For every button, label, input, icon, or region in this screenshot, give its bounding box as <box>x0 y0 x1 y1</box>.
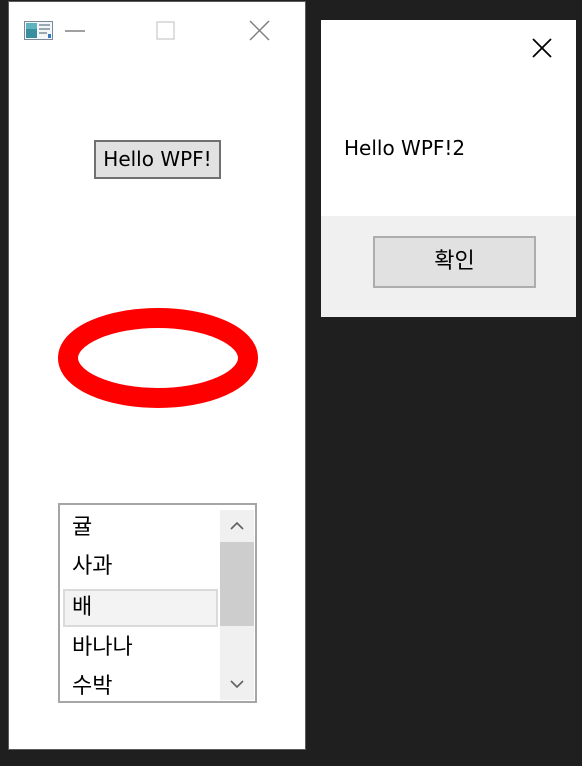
dialog-close-button[interactable] <box>527 33 557 63</box>
maximize-icon <box>156 21 175 40</box>
fruit-listbox[interactable]: 귤 사과 배 바나나 수박 <box>58 503 257 703</box>
hello-wpf-button[interactable]: Hello WPF! <box>94 140 221 179</box>
minimize-icon <box>65 30 85 32</box>
app-window-icon <box>24 21 53 40</box>
chevron-down-icon <box>230 680 244 689</box>
scroll-down-button[interactable] <box>220 670 254 700</box>
list-item-selected[interactable]: 배 <box>63 589 218 627</box>
close-button[interactable] <box>242 14 278 48</box>
vertical-scrollbar[interactable] <box>220 510 254 700</box>
maximize-button[interactable] <box>147 14 183 48</box>
list-item[interactable]: 귤 <box>63 510 218 548</box>
close-icon <box>532 38 552 58</box>
title-bar[interactable] <box>9 2 305 56</box>
dialog-footer: 확인 <box>321 216 576 317</box>
ok-button[interactable]: 확인 <box>373 236 536 288</box>
list-item[interactable]: 바나나 <box>63 630 218 668</box>
list-item[interactable]: 수박 <box>63 669 218 701</box>
minimize-button[interactable] <box>57 14 93 48</box>
main-window: Hello WPF! 귤 사과 배 바나나 수박 <box>8 1 306 750</box>
chevron-up-icon <box>230 521 244 530</box>
list-item[interactable]: 사과 <box>63 549 218 587</box>
scroll-up-button[interactable] <box>220 510 254 540</box>
dialog-message: Hello WPF!2 <box>344 136 466 160</box>
message-box-dialog: Hello WPF!2 확인 <box>321 20 576 317</box>
red-ellipse <box>58 308 258 408</box>
close-icon <box>249 20 270 41</box>
scroll-thumb[interactable] <box>220 542 254 626</box>
